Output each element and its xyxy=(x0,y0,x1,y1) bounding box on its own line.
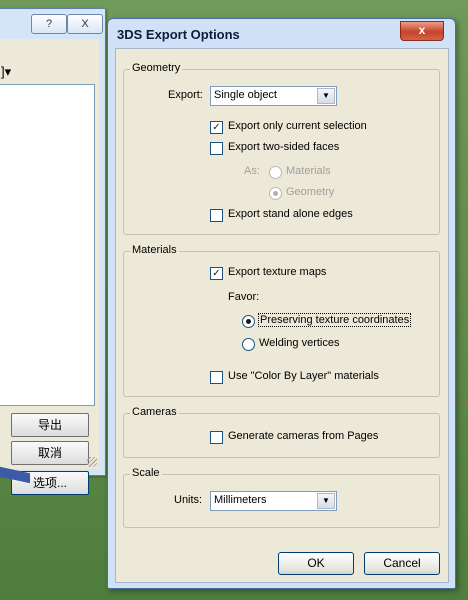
checkbox-label: Use "Color By Layer" materials xyxy=(228,370,379,382)
geometry-legend: Geometry xyxy=(130,62,183,74)
dialog-title: 3DS Export Options xyxy=(117,27,240,42)
favor-label: Favor: xyxy=(228,291,260,303)
cancel-button[interactable]: 取消 xyxy=(11,441,89,465)
cameras-legend: Cameras xyxy=(130,406,179,418)
checkbox-label: Export stand alone edges xyxy=(228,208,353,220)
units-select-value: Millimeters xyxy=(214,494,267,506)
scale-group: Scale Units: Millimeters ▼ xyxy=(123,467,440,528)
dialog-body: ]▾ 导出 取消 选项... xyxy=(0,39,99,495)
radio-label: Geometry xyxy=(286,186,335,198)
radio-label: Materials xyxy=(286,165,331,177)
checkbox-box[interactable]: ✓ xyxy=(210,267,223,280)
radio-dot[interactable] xyxy=(242,338,255,351)
background-export-dialog: ? X ]▾ 导出 取消 选项... xyxy=(0,8,106,495)
cancel-button[interactable]: Cancel xyxy=(364,552,440,575)
materials-legend: Materials xyxy=(130,244,179,256)
materials-group: Materials ✓ Export texture maps Favor: P… xyxy=(123,244,440,397)
radio-label: Welding vertices xyxy=(259,337,340,349)
chevron-down-icon[interactable]: ▼ xyxy=(317,493,335,509)
export-select[interactable]: Single object ▼ xyxy=(210,86,337,106)
checkbox-label: Export only current selection xyxy=(228,120,367,132)
ok-button[interactable]: OK xyxy=(278,552,354,575)
units-select[interactable]: Millimeters ▼ xyxy=(210,491,337,511)
radio-dot[interactable] xyxy=(269,187,282,200)
dropdown-fragment[interactable]: ]▾ xyxy=(1,64,11,80)
cameras-group: Cameras Generate cameras from Pages xyxy=(123,406,440,458)
checkbox-box[interactable] xyxy=(210,371,223,384)
dialog-client: Geometry Export: Single object ▼ ✓ Expor… xyxy=(115,48,449,583)
export-label: Export: xyxy=(168,89,203,101)
checkbox-label: Export two-sided faces xyxy=(228,141,340,153)
export-button[interactable]: 导出 xyxy=(11,413,89,437)
as-label: As: xyxy=(244,165,260,177)
units-label: Units: xyxy=(174,494,203,506)
resize-grip[interactable] xyxy=(87,457,97,467)
checkbox-box[interactable] xyxy=(210,142,223,155)
radio-dot[interactable] xyxy=(242,315,255,328)
radio-label: Preserving texture coordinates xyxy=(257,313,412,327)
close-button[interactable]: X xyxy=(67,14,103,34)
radio-dot[interactable] xyxy=(269,166,282,179)
checkbox-box[interactable] xyxy=(210,209,223,222)
close-button[interactable]: x xyxy=(400,21,444,41)
export-select-value: Single object xyxy=(214,89,277,101)
help-button[interactable]: ? xyxy=(31,14,67,34)
checkbox-label: Export texture maps xyxy=(228,266,327,278)
geometry-group: Geometry Export: Single object ▼ ✓ Expor… xyxy=(123,62,440,235)
checkbox-label: Generate cameras from Pages xyxy=(228,430,379,442)
export-options-dialog: 3DS Export Options x Geometry Export: Si… xyxy=(107,18,456,589)
file-list[interactable] xyxy=(0,84,95,406)
chevron-down-icon[interactable]: ▼ xyxy=(317,88,335,104)
checkbox-box[interactable] xyxy=(210,431,223,444)
checkbox-box[interactable]: ✓ xyxy=(210,121,223,134)
scale-legend: Scale xyxy=(130,467,162,479)
